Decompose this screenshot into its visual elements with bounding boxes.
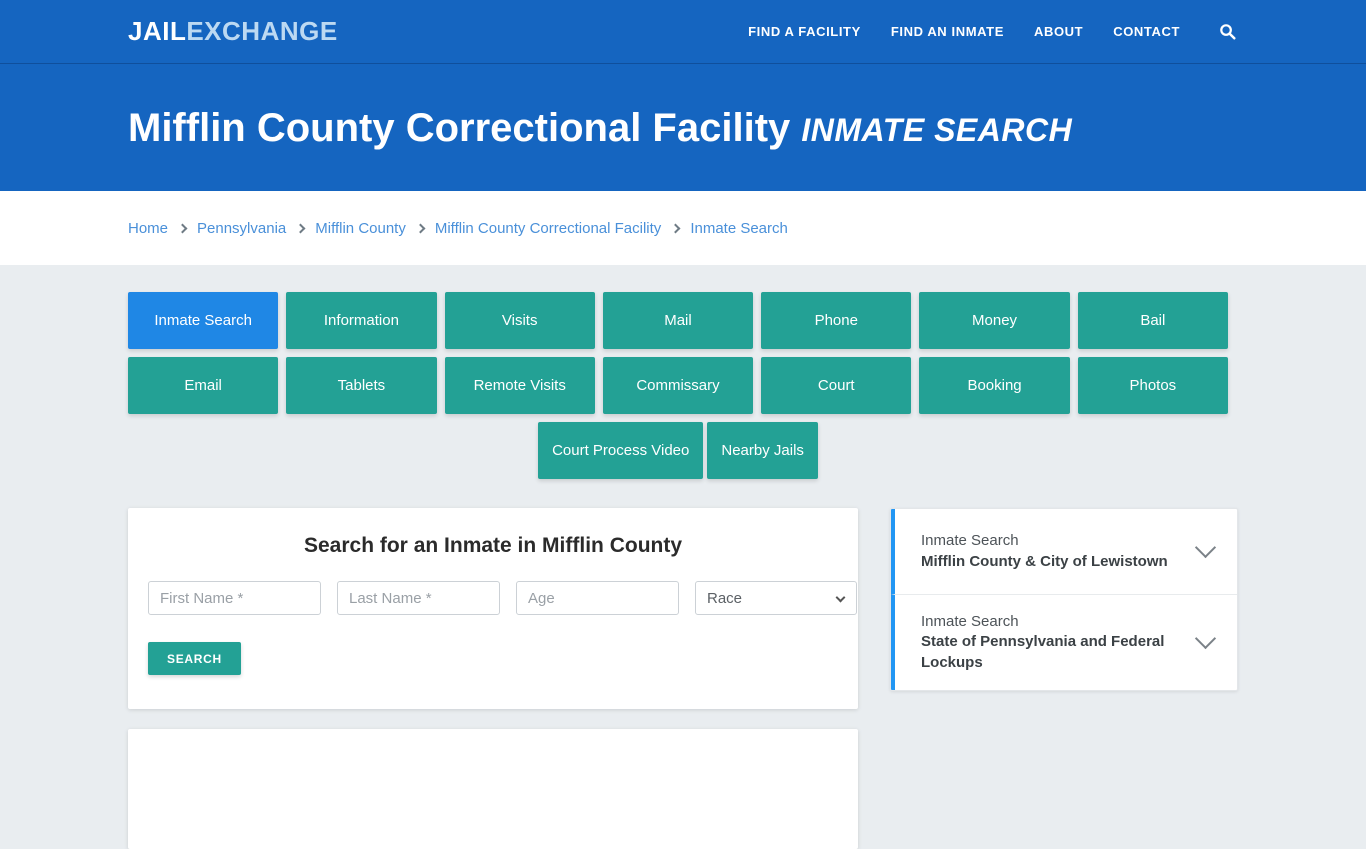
breadcrumb-item-facility[interactable]: Mifflin County Correctional Facility — [435, 220, 661, 237]
tab-court[interactable]: Court — [761, 357, 912, 414]
breadcrumb-bar: Home Pennsylvania Mifflin County Mifflin… — [0, 191, 1366, 265]
nav-item-about[interactable]: ABOUT — [1034, 24, 1083, 39]
accordion-item-state-federal-search[interactable]: Inmate Search State of Pennsylvania and … — [891, 595, 1237, 690]
chevron-down-icon[interactable] — [1194, 627, 1217, 649]
breadcrumb-item-pennsylvania[interactable]: Pennsylvania — [197, 220, 286, 237]
page-title: Mifflin County Correctional Facility INM… — [128, 106, 1072, 150]
logo-text-exchange: EXCHANGE — [186, 16, 338, 46]
search-card-title: Search for an Inmate in Mifflin County — [303, 534, 683, 557]
breadcrumb-item-home[interactable]: Home — [128, 220, 168, 237]
search-form-fields: Race — [148, 581, 857, 615]
accordion-item-subtitle: Mifflin County & City of Lewistown — [921, 552, 1168, 570]
chevron-right-icon — [670, 223, 681, 233]
tab-row-3: Court Process Video Nearby Jails — [128, 422, 1228, 479]
accordion-item-text: Inmate Search Mifflin County & City of L… — [921, 531, 1186, 572]
accordion-item-title: Inmate Search — [921, 613, 1019, 630]
search-button[interactable]: SEARCH — [148, 642, 241, 675]
tab-commissary[interactable]: Commissary — [602, 357, 754, 414]
chevron-down-icon[interactable] — [1194, 536, 1217, 559]
race-select-wrapper: Race — [695, 581, 857, 615]
site-logo[interactable]: JAILEXCHANGE — [128, 16, 338, 47]
inmate-search-accordion: Inmate Search Mifflin County & City of L… — [890, 508, 1238, 691]
secondary-results-card — [128, 729, 858, 849]
tab-booking[interactable]: Booking — [919, 357, 1070, 414]
tab-row-2: Email Tablets Remote Visits Commissary C… — [128, 357, 1228, 414]
nav-item-find-an-inmate[interactable]: FIND AN INMATE — [891, 24, 1004, 39]
tab-court-process-video[interactable]: Court Process Video — [538, 422, 704, 479]
logo-text-jail: JAIL — [128, 16, 187, 46]
last-name-input[interactable] — [337, 581, 500, 615]
nav-item-contact[interactable]: CONTACT — [1113, 24, 1180, 39]
primary-navigation: FIND A FACILITY FIND AN INMATE ABOUT CON… — [748, 21, 1238, 43]
tab-remote-visits[interactable]: Remote Visits — [444, 357, 595, 414]
tab-phone[interactable]: Phone — [761, 292, 912, 349]
hero-banner: Mifflin County Correctional Facility INM… — [0, 64, 1366, 191]
content-columns: Search for an Inmate in Mifflin County R… — [128, 508, 1238, 849]
inmate-search-card: Search for an Inmate in Mifflin County R… — [128, 508, 858, 709]
tab-row-1: Inmate Search Information Visits Mail Ph… — [128, 292, 1228, 349]
page-title-facility: Mifflin County Correctional Facility — [128, 105, 791, 150]
accordion-item-county-search[interactable]: Inmate Search Mifflin County & City of L… — [891, 509, 1237, 595]
tab-bail[interactable]: Bail — [1077, 292, 1228, 349]
tab-information[interactable]: Information — [286, 292, 437, 349]
accordion-item-text: Inmate Search State of Pennsylvania and … — [921, 612, 1186, 673]
breadcrumb-item-mifflin-county[interactable]: Mifflin County — [315, 220, 406, 237]
main-column: Search for an Inmate in Mifflin County R… — [128, 508, 858, 849]
breadcrumb-item-inmate-search: Inmate Search — [690, 219, 788, 237]
tab-money[interactable]: Money — [919, 292, 1070, 349]
tab-tablets[interactable]: Tablets — [286, 357, 437, 414]
top-navbar: JAILEXCHANGE FIND A FACILITY FIND AN INM… — [0, 0, 1366, 64]
tab-visits[interactable]: Visits — [444, 292, 595, 349]
chevron-right-icon — [295, 223, 306, 233]
tab-email[interactable]: Email — [128, 357, 279, 414]
tab-inmate-search[interactable]: Inmate Search — [128, 292, 279, 349]
first-name-input[interactable] — [148, 581, 321, 615]
chevron-right-icon — [177, 223, 188, 233]
sidebar-column: Inmate Search Mifflin County & City of L… — [890, 508, 1238, 691]
tab-nearby-jails[interactable]: Nearby Jails — [707, 422, 818, 479]
search-icon[interactable] — [1216, 21, 1238, 43]
section-tabs: Inmate Search Information Visits Mail Ph… — [128, 292, 1228, 479]
nav-item-find-a-facility[interactable]: FIND A FACILITY — [748, 24, 861, 39]
accordion-item-title: Inmate Search — [921, 532, 1019, 550]
breadcrumb: Home Pennsylvania Mifflin County Mifflin… — [128, 220, 788, 237]
age-input[interactable] — [516, 581, 679, 615]
accordion-item-subtitle: State of Pennsylvania and Federal Lockup… — [921, 633, 1165, 671]
page-title-subtitle: INMATE SEARCH — [801, 111, 1073, 148]
race-select[interactable]: Race — [695, 581, 857, 615]
tab-mail[interactable]: Mail — [602, 292, 754, 349]
tab-photos[interactable]: Photos — [1077, 357, 1228, 414]
chevron-right-icon — [415, 223, 426, 233]
page-content: Inmate Search Information Visits Mail Ph… — [0, 265, 1366, 849]
